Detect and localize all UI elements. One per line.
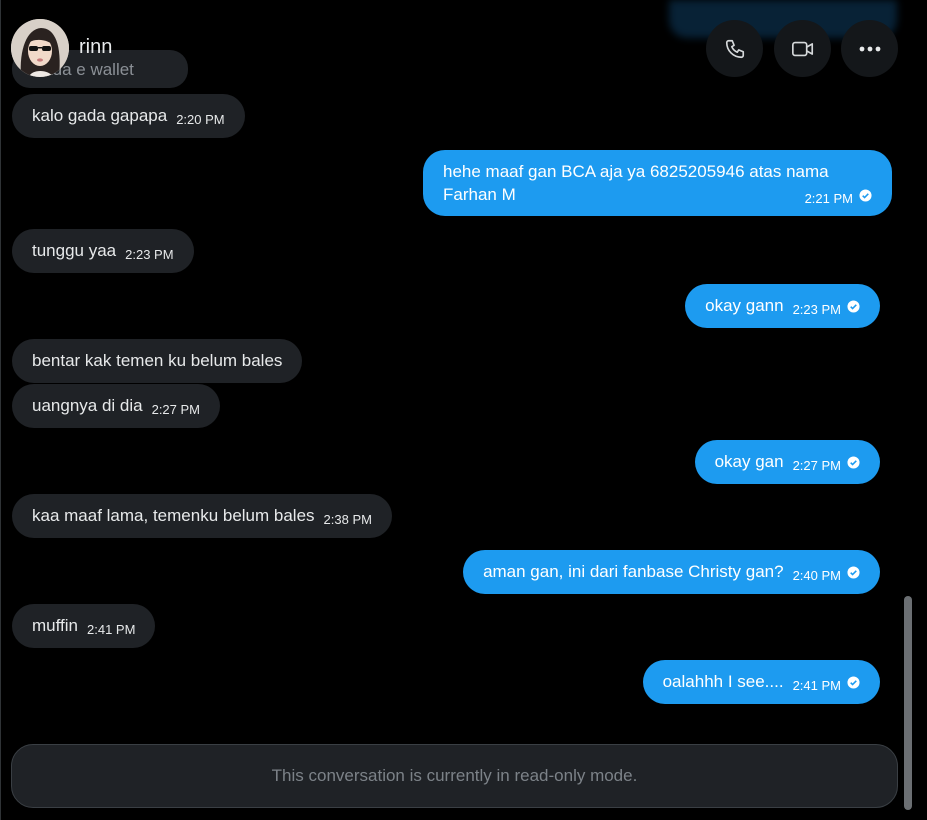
message-time: 2:21 PM	[804, 190, 853, 206]
sent-check-icon	[847, 676, 860, 694]
read-only-notice: This conversation is currently in read-o…	[11, 744, 898, 808]
video-icon	[791, 41, 813, 56]
message-incoming[interactable]: bentar kak temen ku belum bales	[12, 339, 303, 383]
message-incoming[interactable]: tunggu yaa 2:23 PM	[12, 229, 194, 273]
message-text: muffin	[32, 616, 78, 635]
message-time: 2:27 PM	[151, 401, 201, 417]
message-text: kalo gada gapapa	[32, 106, 168, 125]
message-incoming[interactable]: muffin 2:41 PM	[12, 604, 156, 648]
message-incoming[interactable]: kalo gada gapapa 2:20 PM	[12, 94, 245, 138]
message-outgoing[interactable]: aman gan, ini dari fanbase Christy gan? …	[463, 550, 880, 594]
message-outgoing[interactable]: okay gan 2:27 PM	[694, 440, 880, 484]
message-text: okay gan	[714, 452, 784, 471]
message-time: 2:41 PM	[87, 621, 136, 637]
scrollbar-thumb[interactable]	[904, 596, 912, 810]
message-time: 2:27 PM	[792, 457, 841, 473]
message-outgoing[interactable]: okay gann 2:23 PM	[685, 284, 880, 328]
message-time: 2:23 PM	[125, 246, 174, 262]
message-outgoing[interactable]: oalahhh I see.... 2:41 PM	[642, 660, 880, 704]
message-time: 2:38 PM	[323, 511, 372, 527]
message-incoming[interactable]: kaa maaf lama, temenku belum bales 2:38 …	[12, 494, 392, 538]
conversation-panel: o ada e wallet rinn kalo gada gapapa 2:2…	[0, 0, 916, 820]
message-text: okay gann	[705, 296, 784, 315]
message-text: uangnya di dia	[32, 396, 143, 415]
message-text: tunggu yaa	[32, 241, 117, 260]
sent-check-icon	[847, 456, 860, 474]
message-text: aman gan, ini dari fanbase Christy gan?	[483, 562, 784, 581]
message-time: 2:23 PM	[792, 301, 841, 317]
message-outgoing[interactable]: hehe maaf gan BCA aja ya 6825205946 atas…	[423, 150, 892, 216]
more-options-button[interactable]	[841, 20, 898, 77]
message-text: kaa maaf lama, temenku belum bales	[32, 506, 315, 525]
sent-check-icon	[847, 566, 860, 584]
sent-check-icon	[847, 300, 860, 318]
sent-check-icon	[859, 189, 872, 207]
message-text: bentar kak temen ku belum bales	[32, 351, 283, 370]
message-text: oalahhh I see....	[662, 672, 784, 691]
message-time: 2:41 PM	[792, 677, 841, 693]
avatar[interactable]	[11, 19, 69, 77]
call-button[interactable]	[706, 20, 763, 77]
message-time: 2:20 PM	[176, 111, 225, 127]
message-time: 2:40 PM	[792, 567, 841, 583]
read-only-text: This conversation is currently in read-o…	[271, 766, 638, 785]
more-icon	[859, 46, 880, 51]
video-call-button[interactable]	[774, 20, 831, 77]
contact-name[interactable]: rinn	[79, 36, 112, 59]
phone-icon	[725, 39, 744, 58]
message-incoming[interactable]: uangnya di dia 2:27 PM	[12, 384, 221, 428]
scrollbar-track[interactable]	[915, 0, 927, 820]
